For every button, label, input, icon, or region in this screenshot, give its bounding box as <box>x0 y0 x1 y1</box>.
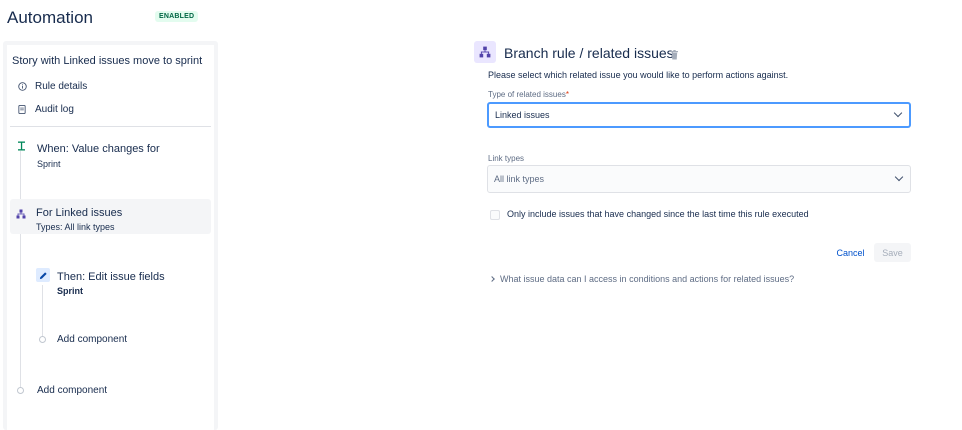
branch-component[interactable]: For Linked issues Types: All link types <box>10 199 211 234</box>
type-label-text: Type of related issues <box>488 90 566 99</box>
branch-icon <box>16 206 26 219</box>
chevron-down-icon <box>893 108 903 118</box>
rule-sidebar-inner: Story with Linked issues move to sprint … <box>7 45 214 430</box>
edit-pencil-icon <box>36 268 50 282</box>
chevron-right-icon <box>489 276 495 282</box>
changed-only-checkbox[interactable] <box>490 210 500 220</box>
add-component-dot-inner <box>39 336 46 343</box>
audit-log-label: Audit log <box>35 104 74 115</box>
audit-log-icon <box>17 105 27 115</box>
add-component-outer[interactable]: Add component <box>37 385 107 396</box>
related-issues-help-link[interactable]: What issue data can I access in conditio… <box>489 274 795 284</box>
related-issues-select[interactable]: Linked issues <box>487 102 911 128</box>
branch-connector <box>42 285 43 337</box>
type-of-related-issues-label: Type of related issues* <box>488 90 569 99</box>
trash-icon[interactable] <box>670 47 679 60</box>
rule-sidebar: Story with Linked issues move to sprint … <box>3 41 218 430</box>
panel-title: Branch rule / related issues <box>504 45 674 61</box>
rule-details-label: Rule details <box>35 81 88 92</box>
add-component-dot-outer <box>17 387 24 394</box>
add-component-inner[interactable]: Add component <box>57 334 127 345</box>
panel-description: Please select which related issue you wo… <box>488 70 789 80</box>
action-title[interactable]: Then: Edit issue fields <box>57 271 165 283</box>
page-title: Automation <box>7 8 93 27</box>
rule-name: Story with Linked issues move to sprint <box>12 55 203 67</box>
cancel-button[interactable]: Cancel <box>832 243 869 262</box>
audit-log-link[interactable]: Audit log <box>17 104 74 115</box>
trigger-icon <box>16 141 26 151</box>
branch-rule-icon <box>474 41 496 63</box>
link-types-label: Link types <box>488 154 525 163</box>
required-marker: * <box>565 90 569 99</box>
sidebar-divider <box>10 126 211 127</box>
changed-only-label[interactable]: Only include issues that have changed si… <box>507 209 809 219</box>
link-types-placeholder: All link types <box>494 174 545 184</box>
link-types-select[interactable]: All link types <box>487 165 911 193</box>
branch-title: For Linked issues <box>36 207 123 219</box>
trigger-subtitle: Sprint <box>37 159 61 169</box>
help-link-text: What issue data can I access in conditio… <box>500 274 795 284</box>
chevron-down-icon <box>894 172 904 182</box>
action-subtitle: Sprint <box>57 286 83 296</box>
trigger-title[interactable]: When: Value changes for <box>37 143 160 155</box>
info-icon <box>17 82 27 92</box>
status-badge: ENABLED <box>155 11 199 22</box>
rule-details-link[interactable]: Rule details <box>17 81 87 92</box>
save-button[interactable]: Save <box>874 243 911 262</box>
flow-connector <box>20 151 21 391</box>
related-issues-value: Linked issues <box>495 110 550 120</box>
branch-subtitle: Types: All link types <box>36 222 115 232</box>
